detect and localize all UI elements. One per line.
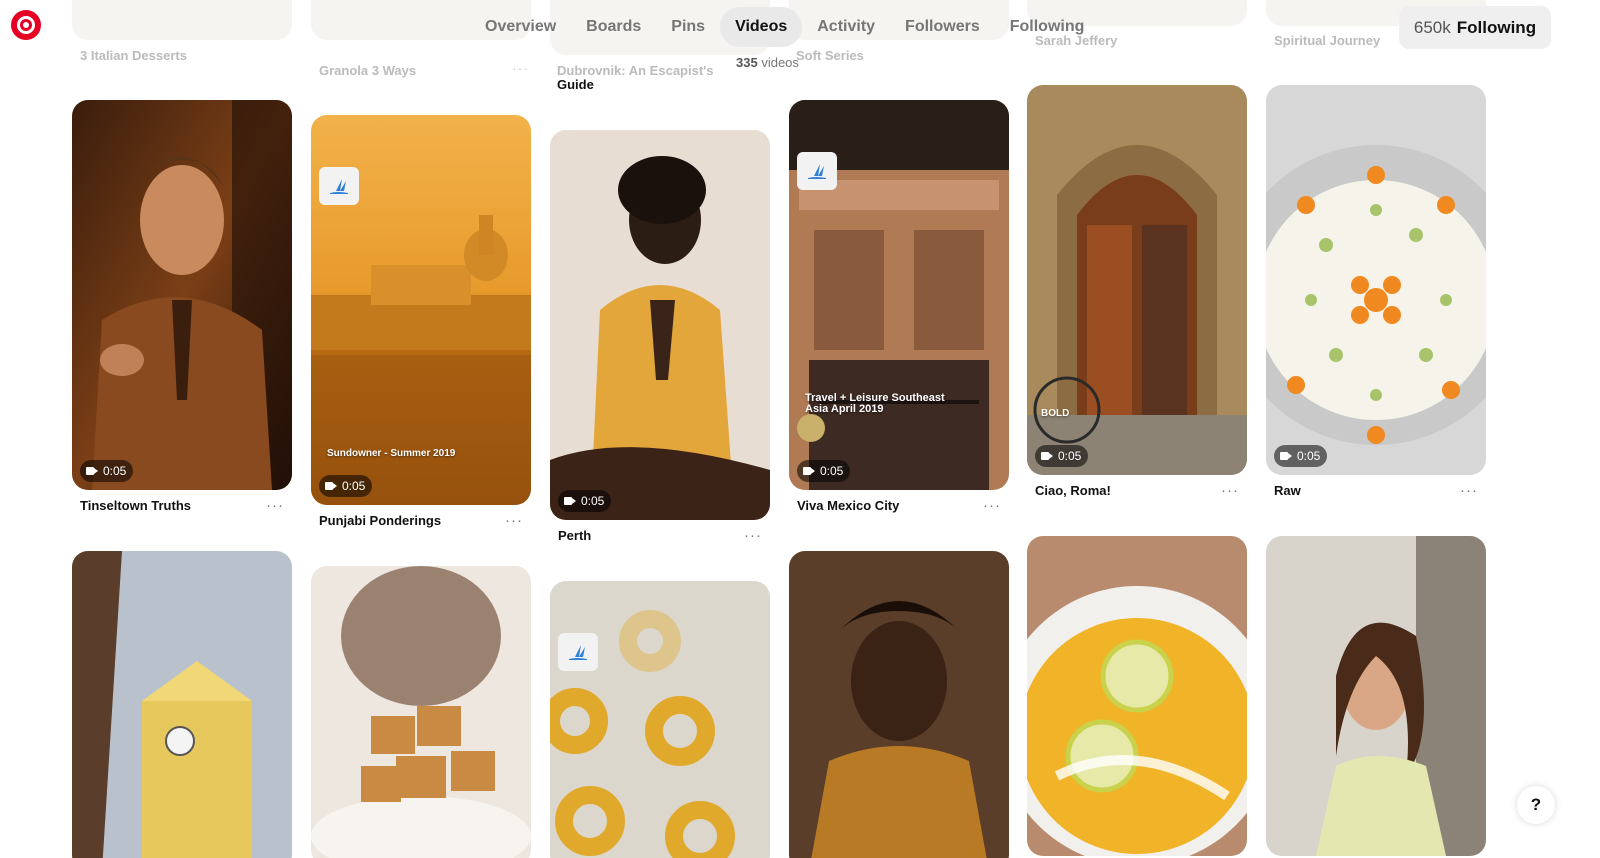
video-count-number: 335 xyxy=(736,55,758,70)
tab-boards[interactable]: Boards xyxy=(571,7,656,47)
pin-photo xyxy=(72,551,292,858)
more-options-icon[interactable]: ··· xyxy=(983,498,1001,513)
pin-image[interactable]: 0:05 xyxy=(550,130,770,520)
video-duration-badge: 0:05 xyxy=(319,475,373,497)
pin-image[interactable]: Sundowner - Summer 2019 0:05 xyxy=(311,115,531,505)
video-count: 335 videos xyxy=(736,55,799,70)
pin-photo xyxy=(1266,85,1486,475)
pin-card[interactable]: 0:05 Raw ··· xyxy=(1266,85,1486,498)
brand-logo-icon xyxy=(558,633,598,671)
more-options-icon[interactable]: ··· xyxy=(1460,483,1478,498)
faded-pin-title: Granola 3 Ways xyxy=(319,63,417,78)
pin-image[interactable] xyxy=(789,551,1009,858)
duration-text: 0:05 xyxy=(820,464,844,478)
pin-image[interactable] xyxy=(311,566,531,858)
pin-overlay-text: Travel + Leisure Southeast Asia April 20… xyxy=(805,392,945,415)
faded-more-icon: ··· xyxy=(512,60,529,76)
pin-card[interactable] xyxy=(72,551,292,858)
pin-card[interactable] xyxy=(311,566,531,858)
duration-text: 0:05 xyxy=(1058,449,1082,463)
tab-activity[interactable]: Activity xyxy=(802,7,890,47)
pin-card[interactable]: Travel + Leisure Southeast Asia April 20… xyxy=(789,100,1009,513)
pin-image[interactable]: Travel + Leisure Southeast Asia April 20… xyxy=(789,100,1009,490)
pin-photo xyxy=(311,566,531,858)
more-options-icon[interactable]: ··· xyxy=(505,513,523,528)
pin-image[interactable] xyxy=(1027,536,1247,856)
brand-logo-icon xyxy=(797,152,837,190)
pin-title[interactable]: Perth xyxy=(558,528,591,543)
more-options-icon[interactable]: ··· xyxy=(1221,483,1239,498)
faded-pin-1 xyxy=(72,0,292,40)
video-duration-badge: 0:05 xyxy=(797,460,851,482)
following-label: Following xyxy=(1456,17,1537,37)
more-options-icon[interactable]: ··· xyxy=(266,498,284,513)
tab-overview[interactable]: Overview xyxy=(470,7,571,47)
pin-card[interactable] xyxy=(789,551,1009,858)
tab-following[interactable]: Following xyxy=(995,7,1100,47)
duration-text: 0:05 xyxy=(103,464,127,478)
pin-image[interactable] xyxy=(1266,536,1486,856)
video-camera-icon xyxy=(1041,452,1053,460)
pin-card[interactable] xyxy=(1027,536,1247,856)
pin-card[interactable]: 0:05 Perth ··· xyxy=(550,130,770,543)
pin-card[interactable] xyxy=(550,581,770,858)
pin-card[interactable]: BOLD 0:05 Ciao, Roma! ··· xyxy=(1027,85,1247,498)
pin-title[interactable]: Tinseltown Truths xyxy=(80,498,191,513)
tab-videos[interactable]: Videos xyxy=(720,6,803,47)
pin-card[interactable]: 0:05 Tinseltown Truths ··· xyxy=(72,100,292,513)
video-duration-badge: 0:05 xyxy=(558,490,612,512)
guide-label: Guide xyxy=(557,77,594,92)
pin-card[interactable]: Sundowner - Summer 2019 0:05 Punjabi Pon… xyxy=(311,115,531,528)
faded-pin-title: Dubrovnik: An Escapist's xyxy=(557,63,714,78)
pin-image[interactable]: 0:05 xyxy=(72,100,292,490)
video-camera-icon xyxy=(1280,452,1292,460)
pin-overlay-text: BOLD xyxy=(1041,408,1070,419)
pin-photo xyxy=(550,130,770,520)
help-button[interactable]: ? xyxy=(1517,786,1555,824)
pin-image[interactable] xyxy=(72,551,292,858)
pin-photo xyxy=(72,100,292,490)
faded-pin-title: 3 Italian Desserts xyxy=(80,48,187,63)
video-camera-icon xyxy=(86,467,98,475)
tab-pins[interactable]: Pins xyxy=(656,7,720,47)
video-count-label: videos xyxy=(761,55,799,70)
duration-text: 0:05 xyxy=(581,494,605,508)
pin-image[interactable] xyxy=(550,581,770,858)
pin-photo xyxy=(550,581,770,858)
pin-card[interactable] xyxy=(1266,536,1486,856)
pin-photo xyxy=(1027,536,1247,856)
video-duration-badge: 0:05 xyxy=(1035,445,1089,467)
duration-text: 0:05 xyxy=(1297,449,1321,463)
video-duration-badge: 0:05 xyxy=(80,460,134,482)
more-options-icon[interactable]: ··· xyxy=(744,528,762,543)
pin-title[interactable]: Punjabi Ponderings xyxy=(319,513,441,528)
pinterest-logo-icon[interactable] xyxy=(11,10,41,40)
pin-photo xyxy=(1266,536,1486,856)
pin-title[interactable]: Raw xyxy=(1274,483,1301,498)
video-duration-badge: 0:05 xyxy=(1274,445,1328,467)
faded-pin-title: Spiritual Journey xyxy=(1274,33,1381,48)
pin-overlay-text: Sundowner - Summer 2019 xyxy=(327,448,456,459)
pin-photo xyxy=(789,551,1009,858)
profile-tabs: Overview Boards Pins Videos Activity Fol… xyxy=(470,6,1099,47)
pin-image[interactable]: BOLD 0:05 xyxy=(1027,85,1247,475)
pin-image[interactable]: 0:05 xyxy=(1266,85,1486,475)
pin-title[interactable]: Viva Mexico City xyxy=(797,498,899,513)
brand-logo-icon xyxy=(319,167,359,205)
video-camera-icon xyxy=(325,482,337,490)
video-camera-icon xyxy=(803,467,815,475)
following-button[interactable]: 650k Following xyxy=(1399,6,1551,49)
pin-title[interactable]: Ciao, Roma! xyxy=(1035,483,1111,498)
video-camera-icon xyxy=(564,497,576,505)
tab-followers[interactable]: Followers xyxy=(890,7,995,47)
faded-pin-title: Soft Series xyxy=(796,48,864,63)
duration-text: 0:05 xyxy=(342,479,366,493)
following-count: 650k xyxy=(1413,17,1451,37)
